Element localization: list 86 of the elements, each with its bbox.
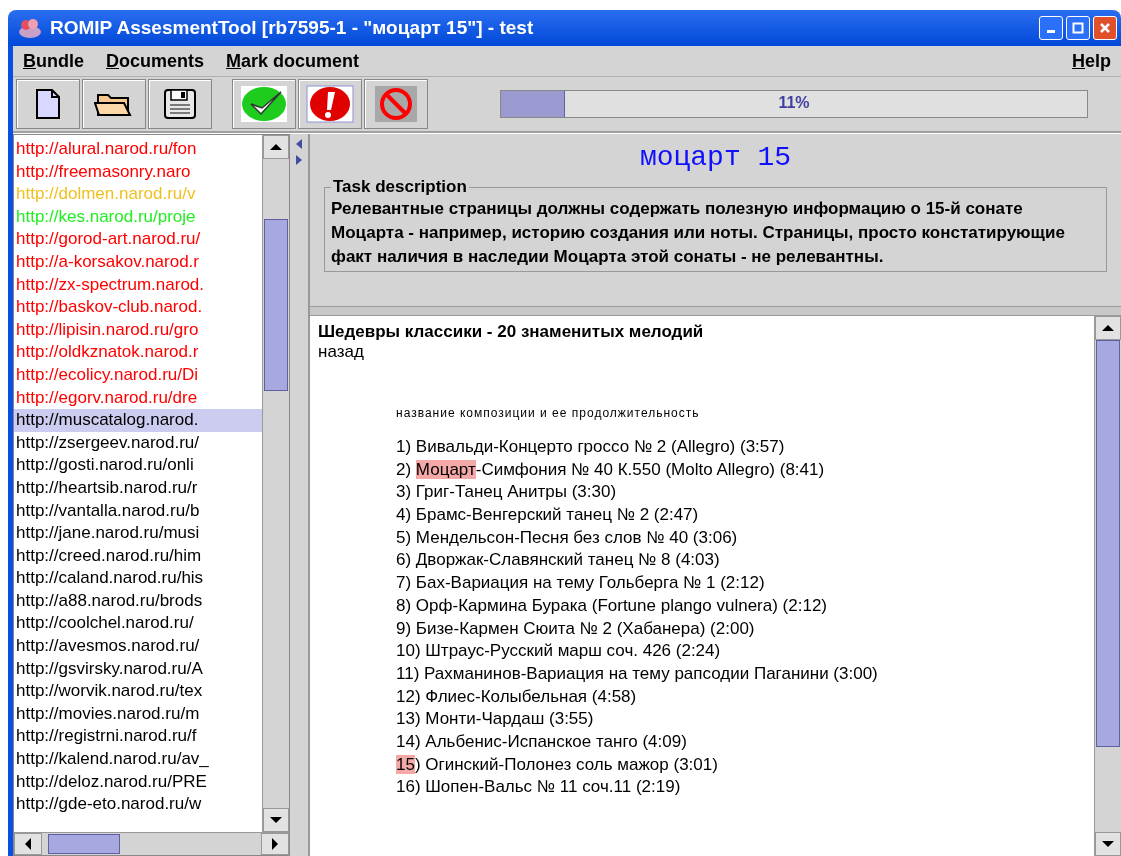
track-line: 11) Рахманинов-Вариация на тему рапсодии Паганини (3:00) <box>396 662 879 685</box>
document-url-item[interactable]: http://avesmos.narod.ru/ <box>14 635 262 658</box>
scroll-up-icon[interactable] <box>1095 316 1121 340</box>
horizontal-scrollbar[interactable] <box>14 832 289 855</box>
vertical-scrollbar[interactable] <box>1094 316 1121 856</box>
task-description-text: Релевантные страницы должны содержать полезную информацию о 15-й сонате Моцарта - например, историю создания или ноты. Страницы, просто констатирующие факт наличия в наследии Моцарта этой сонаты - не релевантны. <box>331 198 1066 268</box>
document-url-item[interactable]: http://alural.narod.ru/fon <box>14 138 262 161</box>
back-link[interactable]: назад <box>318 342 1086 362</box>
scroll-up-icon[interactable] <box>263 135 289 159</box>
track-line: 14) Альбенис-Испанское танго (4:09) <box>396 730 688 753</box>
menu-item[interactable]: Mark document <box>226 50 360 72</box>
track-line: 7) Бах-Вариация на тему Гольберга № 1 (2:12) <box>396 572 766 595</box>
save-button[interactable] <box>148 79 212 129</box>
document-url-item[interactable]: http://creed.narod.ru/him <box>14 544 262 568</box>
maximize-icon <box>1072 22 1084 34</box>
document-url-item[interactable]: http://gde-eto.narod.ru/w <box>14 793 262 816</box>
close-button[interactable] <box>1093 16 1117 40</box>
app-icon <box>18 17 42 39</box>
document-url-item[interactable]: http://gorod-art.narod.ru/ <box>14 228 262 251</box>
document-url-item[interactable]: http://kalend.narod.ru/av_ <box>14 748 262 771</box>
query-title: моцарт 15 <box>638 142 793 173</box>
document-url-item[interactable]: http://jane.narod.ru/musi <box>14 522 262 545</box>
document-url-item[interactable]: http://baskov-club.narod. <box>14 296 262 319</box>
track-line: 12) Флиес-Колыбельная (4:58) <box>396 685 638 708</box>
document-url-item[interactable]: http://gsvirsky.narod.ru/A <box>14 657 262 681</box>
menu-item[interactable]: Help <box>1072 50 1111 72</box>
menu-item[interactable]: Documents <box>106 50 205 72</box>
not-relevant-button[interactable] <box>364 79 428 129</box>
document-url-item[interactable]: http://a-korsakov.narod.r <box>14 250 262 274</box>
document-url-item[interactable]: http://worvik.narod.ru/tex <box>14 680 262 703</box>
document-icon <box>33 88 63 120</box>
list-caption: название композиции и ее продолжительность <box>396 406 701 420</box>
vertical-scrollbar[interactable] <box>262 135 289 832</box>
track-line: 5) Мендельсон-Песня без слов № 40 (3:06) <box>396 526 739 549</box>
prohibited-icon <box>373 84 419 124</box>
open-folder-button[interactable] <box>82 79 146 129</box>
document-url-item[interactable]: http://lipisin.narod.ru/gro <box>14 318 262 342</box>
progress-percent: 11% <box>777 94 811 112</box>
checkmark-icon <box>239 84 289 124</box>
track-line: 3) Григ-Танец Анитры (3:30) <box>396 481 618 504</box>
track-line: 4) Брамс-Венгерский танец № 2 (2:47) <box>396 504 700 527</box>
track-line: 16) Шопен-Вальс № 11 соч.11 (2:19) <box>396 776 682 799</box>
track-line: 13) Монти-Чардаш (3:55) <box>396 708 595 731</box>
document-url-item[interactable]: http://oldkznatok.narod.r <box>14 341 262 364</box>
relevant-button[interactable] <box>232 79 296 129</box>
track-line: 6) Дворжак-Славянский танец № 8 (4:03) <box>396 549 721 572</box>
document-url-item[interactable]: http://egorv.narod.ru/dre <box>14 386 262 410</box>
track-line: 2) Моцарт-Симфония № 40 К.550 (Molto Allegro) (8:41) <box>396 458 826 481</box>
document-url-item[interactable]: http://zx-spectrum.narod. <box>14 273 262 297</box>
document-url-item[interactable]: http://coolchel.narod.ru/ <box>14 612 262 636</box>
document-url-item[interactable]: http://muscatalog.narod. <box>14 409 262 432</box>
close-icon <box>1099 22 1111 34</box>
track-line: 10) Штраус-Русский марш соч. 426 (2:24) <box>396 640 722 663</box>
document-url-item[interactable]: http://vantalla.narod.ru/b <box>14 499 262 523</box>
document-url-item[interactable]: http://movies.narod.ru/m <box>14 702 262 726</box>
scroll-right-icon[interactable] <box>261 833 289 855</box>
maximize-button[interactable] <box>1066 16 1090 40</box>
new-document-button[interactable] <box>16 79 80 129</box>
minimize-button[interactable] <box>1039 16 1063 40</box>
document-url-item[interactable]: http://ecolicy.narod.ru/Di <box>14 363 262 387</box>
document-url-item[interactable]: http://registrni.narod.ru/f <box>14 725 262 749</box>
collapse-arrows-icon[interactable] <box>295 138 303 168</box>
document-url-item[interactable]: http://a88.narod.ru/brods <box>14 589 262 613</box>
partly-relevant-button[interactable] <box>298 79 362 129</box>
page-heading: Шедевры классики - 20 знаменитых мелодий <box>318 322 705 342</box>
scroll-down-icon[interactable] <box>263 808 289 832</box>
track-line: 9) Бизе-Кармен Сюита № 2 (Хабанера) (2:00) <box>396 617 756 640</box>
task-description-label: Task description <box>332 177 468 197</box>
document-url-item[interactable]: http://caland.narod.ru/his <box>14 567 262 590</box>
exclamation-icon <box>305 84 355 124</box>
scrollbar-thumb[interactable] <box>1096 340 1120 747</box>
window-title: ROMIP AssesmentTool [rb7595-1 - "моцарт 15"] - test <box>50 17 535 39</box>
scroll-left-icon[interactable] <box>14 833 42 855</box>
minimize-icon <box>1047 30 1055 33</box>
scrollbar-thumb[interactable] <box>48 834 120 854</box>
scrollbar-thumb[interactable] <box>264 219 288 391</box>
track-line: 8) Орф-Кармина Бурака (Fortune plango vulnera) (2:12) <box>396 594 828 617</box>
document-url-item[interactable]: http://heartsib.narod.ru/r <box>14 476 262 500</box>
scroll-down-icon[interactable] <box>1095 832 1121 856</box>
menu-item[interactable]: Bundle <box>23 50 84 72</box>
document-url-item[interactable]: http://gosti.narod.ru/onli <box>14 454 262 477</box>
document-url-item[interactable]: http://deloz.narod.ru/PRE <box>14 770 262 794</box>
document-url-item[interactable]: http://freemasonry.naro <box>14 160 262 184</box>
track-line: 15) Огинский-Полонез соль мажор (3:01) <box>396 753 719 776</box>
track-line: 1) Вивальди-Концерто гроссо № 2 (Allegro) (3:57) <box>396 436 786 458</box>
document-url-item[interactable]: http://zsergeev.narod.ru/ <box>14 431 262 455</box>
